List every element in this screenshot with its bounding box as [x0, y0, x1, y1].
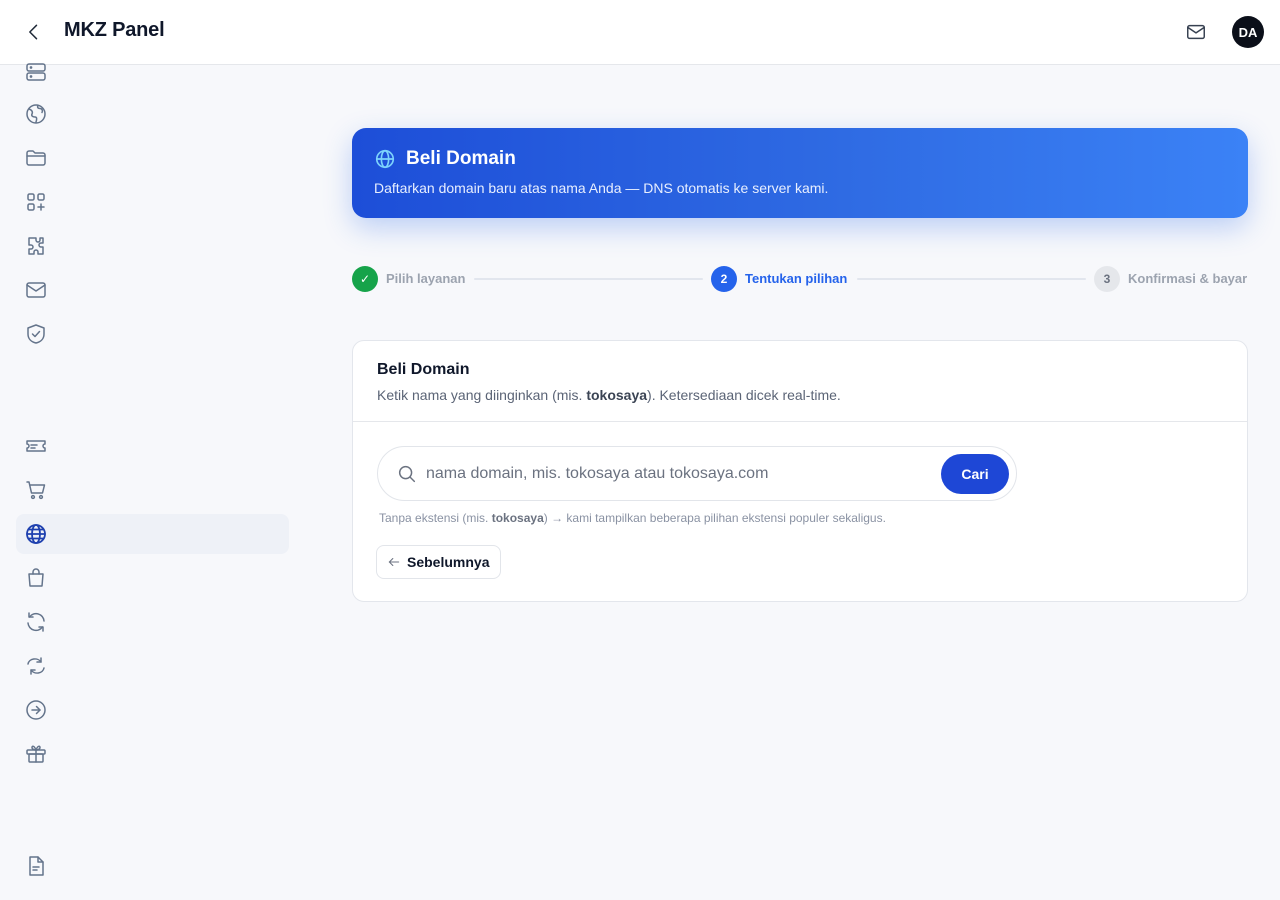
hint-prefix: Tanpa ekstensi (mis.	[379, 511, 492, 525]
sidebar-item-domains[interactable]	[16, 514, 289, 554]
card-desc-prefix: Ketik nama yang diinginkan (mis.	[377, 387, 587, 403]
progress-stepper: ✓ Pilih layanan 2 Tentukan pilihan 3 Kon…	[352, 266, 1248, 292]
sync-icon	[27, 657, 45, 675]
back-button[interactable]	[22, 20, 46, 44]
hero-title: Beli Domain	[406, 148, 516, 169]
sidebar-item-renewals[interactable]	[16, 602, 289, 642]
server-icon	[26, 63, 46, 81]
step-3-indicator: 3	[1094, 266, 1120, 292]
sidebar-item-orders[interactable]	[16, 558, 289, 598]
step-3-label: Konfirmasi & bayar	[1128, 271, 1248, 286]
arrow-left-icon	[388, 557, 400, 567]
messages-button[interactable]	[1184, 20, 1208, 44]
app-title: MKZ Panel	[64, 19, 165, 41]
step-1-indicator: ✓	[352, 266, 378, 292]
sidebar-item-files[interactable]	[16, 138, 289, 178]
folder-icon	[26, 150, 46, 166]
previous-button-label: Sebelumnya	[407, 554, 490, 570]
mail-icon	[26, 282, 46, 298]
globe-icon	[26, 104, 46, 124]
sidebar-item-apps[interactable]	[16, 182, 289, 222]
puzzle-icon	[28, 237, 44, 255]
user-avatar[interactable]: DA	[1232, 16, 1264, 48]
mail-icon	[1187, 24, 1205, 40]
search-button[interactable]: Cari	[941, 454, 1009, 494]
arrow-circle-right-icon	[26, 700, 46, 720]
previous-button[interactable]: Sebelumnya	[376, 545, 501, 579]
gift-icon	[26, 745, 46, 763]
step-2-indicator: 2	[711, 266, 737, 292]
domain-globe-icon	[26, 524, 46, 544]
sidebar-item-extensions[interactable]	[16, 226, 289, 266]
hint-example: tokosaya	[491, 511, 544, 525]
card-header: Beli Domain Ketik nama yang diinginkan (…	[353, 341, 1247, 422]
search-icon	[398, 465, 416, 483]
sidebar-item-cart[interactable]	[16, 470, 289, 510]
sidebar-item-sync[interactable]	[16, 646, 289, 686]
shield-check-icon	[27, 324, 45, 344]
cart-icon	[26, 481, 46, 500]
domain-search-card: Beli Domain Ketik nama yang diinginkan (…	[352, 340, 1248, 602]
apps-add-icon	[27, 193, 45, 211]
sidebar-item-servers[interactable]	[16, 52, 289, 92]
card-desc-example: tokosaya	[586, 387, 648, 403]
sidebar-item-tickets[interactable]	[16, 426, 289, 466]
chevron-left-icon	[29, 24, 38, 40]
sidebar-item-documents[interactable]	[16, 846, 289, 886]
domain-search-input[interactable]	[426, 459, 926, 489]
sidebar-item-websites[interactable]	[16, 94, 289, 134]
refresh-icon	[27, 612, 45, 632]
ticket-icon	[26, 440, 46, 452]
hint-suffix: ) → kami tampilkan beberapa pilihan ekst…	[543, 511, 886, 525]
sidebar-item-transfer[interactable]	[16, 690, 289, 730]
sidebar	[0, 63, 300, 900]
globe-icon	[374, 148, 396, 170]
card-description: Ketik nama yang diinginkan (mis. tokosay…	[377, 387, 1223, 403]
step-1-label: Pilih layanan	[386, 271, 466, 286]
domain-search-box: Cari	[377, 446, 1017, 501]
step-connector	[857, 278, 1086, 280]
hero-subtitle: Daftarkan domain baru atas nama Anda — D…	[374, 180, 829, 196]
hero-banner: Beli Domain Daftarkan domain baru atas n…	[352, 128, 1248, 218]
card-title: Beli Domain	[377, 361, 470, 378]
shopping-bag-icon	[28, 568, 44, 587]
sidebar-item-email[interactable]	[16, 270, 289, 310]
step-2-label: Tentukan pilihan	[745, 271, 848, 286]
document-icon	[29, 856, 44, 876]
search-hint: Tanpa ekstensi (mis. tokosaya) → kami ta…	[379, 511, 886, 525]
sidebar-item-security[interactable]	[16, 314, 289, 354]
card-desc-suffix: ). Ketersediaan dicek real-time.	[647, 387, 841, 403]
sidebar-item-rewards[interactable]	[16, 734, 289, 774]
step-connector	[474, 278, 703, 280]
